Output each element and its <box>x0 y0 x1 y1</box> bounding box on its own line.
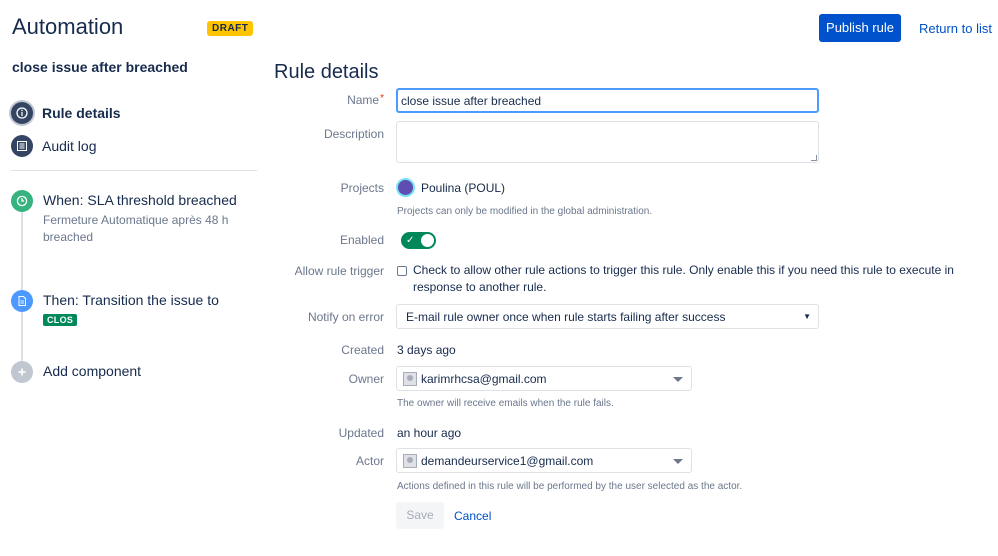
status-badge: CLOS <box>43 314 78 326</box>
rule-name-heading: close issue after breached <box>12 59 188 75</box>
publish-rule-button[interactable]: Publish rule <box>819 14 901 42</box>
list-icon <box>11 135 33 157</box>
updated-label: Updated <box>338 426 384 440</box>
page-title: Automation <box>12 14 124 39</box>
notify-on-error-select[interactable]: E-mail rule owner once when rule starts … <box>396 304 819 329</box>
rule-name-input[interactable] <box>396 88 819 113</box>
notify-on-error-label: Notify on error <box>307 310 384 324</box>
user-avatar-icon <box>403 453 417 468</box>
sidebar-item-label: Audit log <box>42 138 97 154</box>
trigger-title: When: SLA threshold breached <box>43 192 237 208</box>
owner-value: karimrhcsa@gmail.com <box>421 371 547 386</box>
chevron-down-icon <box>673 377 683 382</box>
textarea-resize-handle[interactable] <box>811 155 817 161</box>
description-label: Description <box>323 127 384 141</box>
allow-rule-trigger-description: Check to allow other rule actions to tri… <box>413 263 954 294</box>
component-timeline <box>21 206 23 366</box>
owner-select[interactable]: karimrhcsa@gmail.com <box>396 366 692 391</box>
user-avatar-icon <box>403 371 417 386</box>
created-value: 3 days ago <box>397 343 456 357</box>
actor-label: Actor <box>355 454 384 468</box>
enabled-label: Enabled <box>339 233 384 247</box>
action-title: Then: Transition the issue to <box>43 292 219 308</box>
toggle-knob <box>421 234 434 247</box>
allow-rule-trigger-checkbox[interactable] <box>397 266 407 276</box>
owner-label: Owner <box>348 372 384 386</box>
add-component-label: Add component <box>43 363 142 379</box>
chevron-down-icon <box>673 459 683 464</box>
description-textarea[interactable] <box>396 121 819 163</box>
sidebar-divider <box>11 170 257 171</box>
trigger-description: Fermeture Automatique après 48 h breache… <box>43 213 229 244</box>
owner-help-text: The owner will receive emails when the r… <box>397 398 614 409</box>
project-name: Poulina (POUL) <box>421 180 506 195</box>
actor-select[interactable]: demandeurservice1@gmail.com <box>396 448 692 473</box>
save-button[interactable]: Save <box>396 502 444 529</box>
section-title: Rule details <box>274 61 379 83</box>
enabled-toggle[interactable]: ✓ <box>401 232 436 249</box>
sidebar-item-audit-log[interactable]: Audit log <box>11 135 96 157</box>
notify-selected-value: E-mail rule owner once when rule starts … <box>406 310 726 324</box>
allow-rule-trigger-label: Allow rule trigger <box>294 264 384 278</box>
projects-help-text: Projects can only be modified in the glo… <box>397 206 653 217</box>
actor-value: demandeurservice1@gmail.com <box>421 453 594 468</box>
created-label: Created <box>341 343 384 357</box>
clock-icon <box>11 190 33 212</box>
actor-help-text: Actions defined in this rule will be per… <box>397 481 743 492</box>
sidebar-item-rule-details[interactable]: Rule details <box>11 102 121 124</box>
name-label: Name* <box>347 93 384 107</box>
info-icon <box>11 102 33 124</box>
document-icon <box>11 290 33 312</box>
project-avatar <box>396 178 415 197</box>
project-value: Poulina (POUL) <box>396 178 505 197</box>
sidebar-item-label: Rule details <box>42 105 121 121</box>
check-icon: ✓ <box>406 235 415 246</box>
dropdown-arrow-icon: ▼ <box>803 312 811 321</box>
projects-label: Projects <box>340 181 384 195</box>
cancel-link[interactable]: Cancel <box>454 509 491 523</box>
plus-icon <box>11 361 33 383</box>
draft-status-badge: DRAFT <box>207 21 254 36</box>
return-to-list-link[interactable]: Return to list <box>919 21 992 36</box>
updated-value: an hour ago <box>397 426 462 440</box>
